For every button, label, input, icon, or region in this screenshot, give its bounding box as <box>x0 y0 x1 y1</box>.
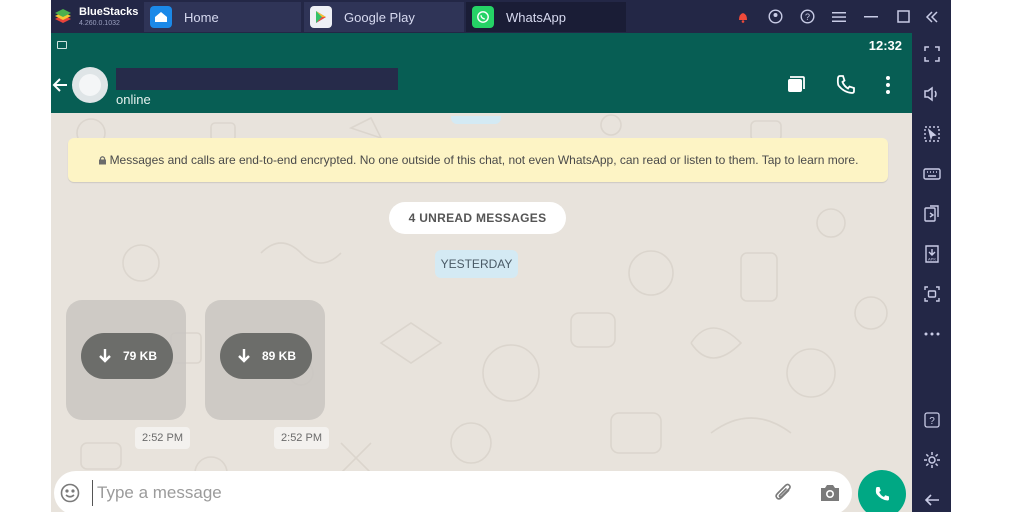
brand-version: 4.260.0.1032 <box>79 19 120 27</box>
tab-label: Home <box>184 9 219 25</box>
top-date-pill <box>451 116 501 124</box>
bluestacks-logo-icon <box>53 7 73 27</box>
help-icon[interactable]: ? <box>791 0 823 33</box>
help-icon[interactable]: ? <box>912 405 951 435</box>
download-size: 89 KB <box>261 349 296 363</box>
apk-icon[interactable]: APK <box>912 239 951 269</box>
tab-label: Google Play <box>344 9 415 25</box>
back-icon[interactable] <box>912 485 951 515</box>
notification-icon <box>57 41 67 49</box>
google-play-icon <box>310 6 332 28</box>
video-call-icon[interactable] <box>784 73 808 97</box>
overflow-menu-icon[interactable] <box>876 73 900 97</box>
date-divider: YESTERDAY <box>435 250 518 278</box>
chat-header: online <box>51 57 912 113</box>
download-arrow-icon <box>99 349 111 363</box>
message-time: 2:52 PM <box>274 427 329 449</box>
screenshot-icon[interactable] <box>912 279 951 309</box>
settings-icon[interactable] <box>912 445 951 475</box>
unread-messages-banner: 4 UNREAD MESSAGES <box>389 202 566 234</box>
download-arrow-icon <box>238 349 250 363</box>
android-status-bar: 12:32 <box>51 33 912 57</box>
more-icon[interactable] <box>912 319 951 349</box>
emulator-sidebar: APK ? <box>912 33 951 512</box>
contact-avatar[interactable] <box>72 67 108 103</box>
tab-google-play[interactable]: Google Play <box>304 2 464 32</box>
brand-name: BlueStacks <box>79 5 139 18</box>
notification-bell-icon[interactable] <box>727 0 759 33</box>
whatsapp-icon <box>472 6 494 28</box>
status-time: 12:32 <box>868 38 902 53</box>
message-input[interactable] <box>92 480 752 506</box>
svg-text:?: ? <box>929 416 935 427</box>
encryption-notice[interactable]: Messages and calls are end-to-end encryp… <box>68 138 888 182</box>
camera-icon[interactable] <box>819 483 841 503</box>
tab-label: WhatsApp <box>506 9 566 25</box>
menu-icon[interactable] <box>823 0 855 33</box>
download-size: 79 KB <box>122 349 157 363</box>
account-icon[interactable] <box>759 0 791 33</box>
send-call-button[interactable] <box>858 470 906 512</box>
install-apk-icon[interactable] <box>912 199 951 229</box>
bluestacks-brand: BlueStacks 4.260.0.1032 <box>51 0 143 33</box>
home-icon <box>150 6 172 28</box>
download-button[interactable]: 79 KB <box>81 333 173 379</box>
emoji-icon[interactable] <box>60 483 80 503</box>
pointer-icon[interactable] <box>912 119 951 149</box>
emulator-title-bar: BlueStacks 4.260.0.1032 Home Google Play <box>51 0 951 33</box>
back-arrow-icon[interactable] <box>51 71 71 99</box>
message-composer <box>54 471 852 512</box>
microphone-icon <box>875 487 889 501</box>
volume-icon[interactable] <box>912 79 951 109</box>
encryption-notice-text: Messages and calls are end-to-end encryp… <box>109 153 859 167</box>
contact-name-redacted[interactable] <box>116 68 398 90</box>
android-screen: 12:32 online Messages and calls are end-… <box>51 33 912 512</box>
fullscreen-icon[interactable] <box>912 39 951 69</box>
tab-whatsapp[interactable]: WhatsApp <box>466 2 626 32</box>
svg-text:?: ? <box>804 12 809 22</box>
tab-home[interactable]: Home <box>144 2 301 32</box>
keyboard-icon[interactable] <box>912 159 951 189</box>
download-button[interactable]: 89 KB <box>220 333 312 379</box>
lock-icon <box>98 156 106 165</box>
attachment-icon[interactable] <box>773 482 795 504</box>
chat-area[interactable]: Messages and calls are end-to-end encryp… <box>51 113 912 512</box>
minimize-icon[interactable] <box>855 0 887 33</box>
contact-status: online <box>116 92 151 107</box>
bluestacks-window: BlueStacks 4.260.0.1032 Home Google Play <box>0 0 1024 512</box>
message-time: 2:52 PM <box>135 427 190 449</box>
call-icon[interactable] <box>834 73 858 97</box>
collapse-sidebar-icon[interactable] <box>912 0 951 33</box>
svg-text:APK: APK <box>927 257 935 262</box>
